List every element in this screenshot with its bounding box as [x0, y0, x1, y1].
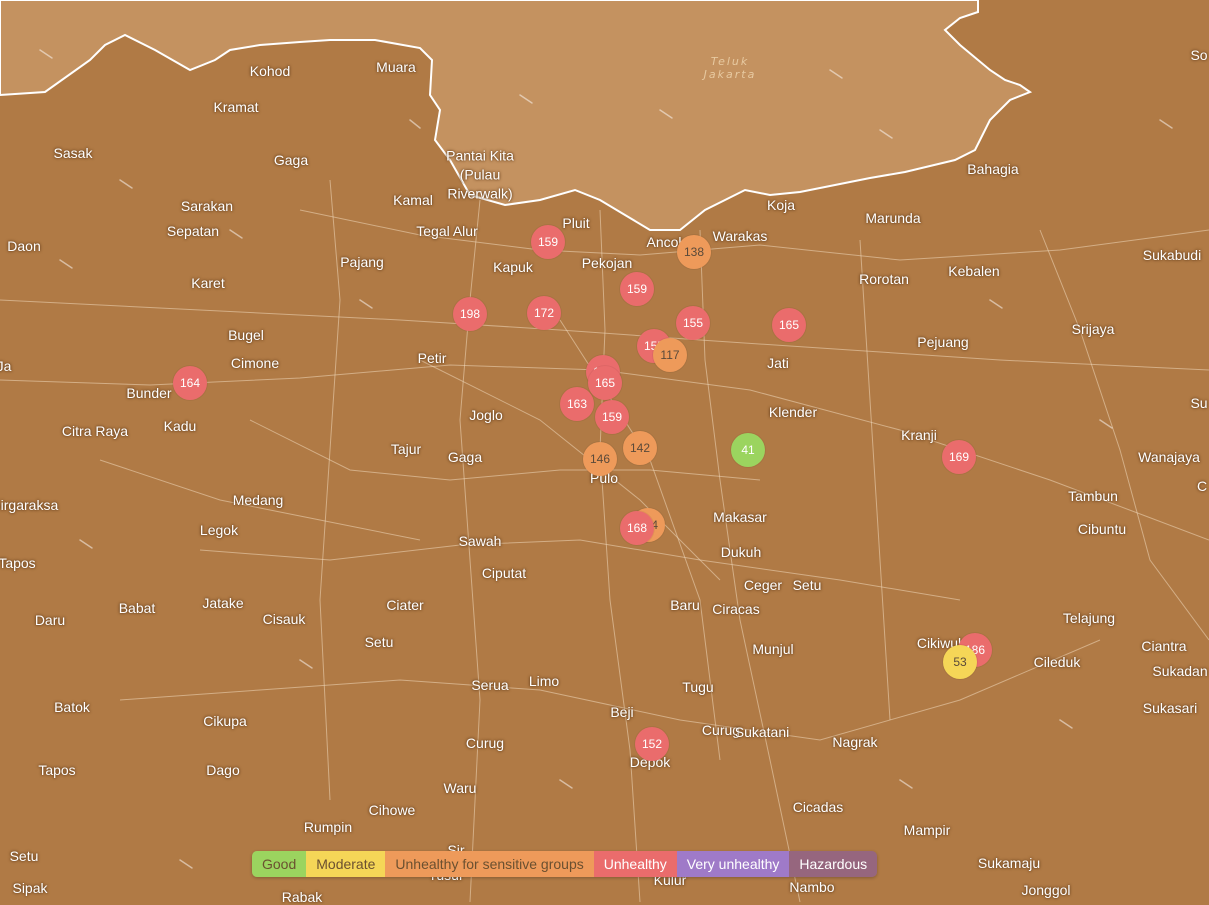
- legend-item-good[interactable]: Good: [252, 851, 307, 877]
- aqi-station-marker[interactable]: 198: [453, 297, 487, 331]
- aqi-station-marker[interactable]: 41: [731, 433, 765, 467]
- aqi-station-marker[interactable]: 159: [531, 225, 565, 259]
- aqi-station-marker[interactable]: 163: [560, 387, 594, 421]
- aqi-station-marker[interactable]: 169: [942, 440, 976, 474]
- aqi-station-marker[interactable]: 152: [635, 727, 669, 761]
- aqi-station-marker[interactable]: 168: [620, 511, 654, 545]
- aqi-station-marker[interactable]: 138: [677, 235, 711, 269]
- aqi-station-marker[interactable]: 159: [595, 400, 629, 434]
- aqi-station-marker[interactable]: 172: [527, 296, 561, 330]
- legend-item-sensitive[interactable]: Unhealthy for sensitive groups: [385, 851, 594, 877]
- aqi-station-marker[interactable]: 165: [772, 308, 806, 342]
- aqi-legend: Good Moderate Unhealthy for sensitive grou…: [252, 851, 878, 877]
- legend-item-very-unhealthy[interactable]: Very unhealthy: [676, 851, 790, 877]
- aqi-station-marker[interactable]: 155: [676, 306, 710, 340]
- bay-name-label: Teluk Jakarta: [703, 55, 757, 81]
- aqi-station-marker[interactable]: 142: [623, 431, 657, 465]
- legend-item-unhealthy[interactable]: Unhealthy: [593, 851, 677, 877]
- legend-item-moderate[interactable]: Moderate: [306, 851, 386, 877]
- legend-item-hazardous[interactable]: Hazardous: [789, 851, 878, 877]
- aqi-station-marker[interactable]: 117: [653, 338, 687, 372]
- aqi-station-marker[interactable]: 164: [173, 366, 207, 400]
- aqi-station-marker[interactable]: 53: [943, 645, 977, 679]
- aqi-station-marker[interactable]: 165: [588, 366, 622, 400]
- aqi-station-marker[interactable]: 146: [583, 442, 617, 476]
- aqi-station-marker[interactable]: 159: [620, 272, 654, 306]
